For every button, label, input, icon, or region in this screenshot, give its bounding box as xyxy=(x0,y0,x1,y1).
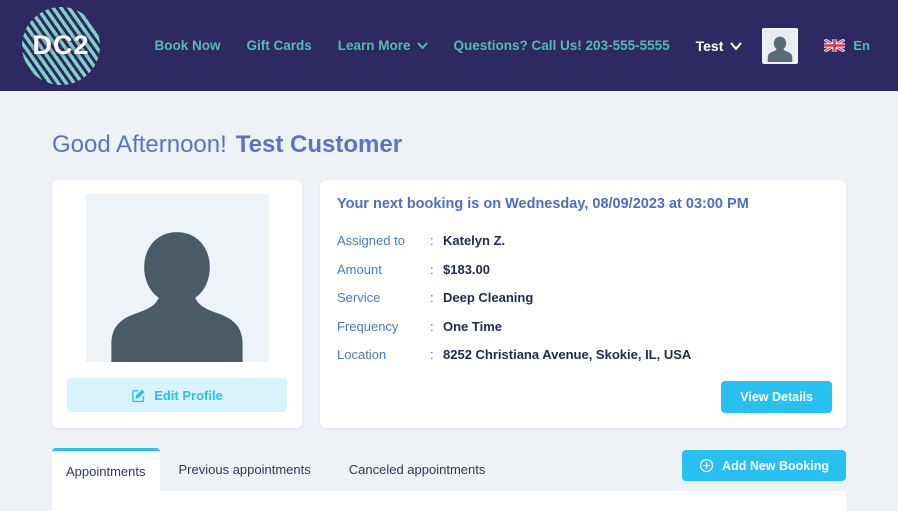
tab-canceled-appointments[interactable]: Canceled appointments xyxy=(330,448,505,491)
profile-photo xyxy=(85,194,269,362)
nav-link-gift-cards[interactable]: Gift Cards xyxy=(246,38,311,53)
next-booking-title: Your next booking is on Wednesday, 08/09… xyxy=(337,196,749,212)
chevron-down-icon xyxy=(730,38,742,54)
nav-link-book-now[interactable]: Book Now xyxy=(154,38,220,53)
navbar-menu: Book Now Gift Cards Learn More Questions… xyxy=(154,27,870,64)
next-booking-card: Your next booking is on Wednesday, 08/09… xyxy=(320,180,846,428)
plus-circle-icon xyxy=(699,458,714,473)
detail-row-service: Service : Deep Cleaning xyxy=(337,290,534,305)
appointments-tab-bar: Appointments Previous appointments Cance… xyxy=(52,448,846,491)
tab-appointments[interactable]: Appointments xyxy=(52,448,160,491)
phone-link[interactable]: Questions? Call Us! 203-555-5555 xyxy=(454,38,670,53)
add-new-booking-label: Add New Booking xyxy=(722,458,829,473)
dashboard-cards: Edit Profile Your next booking is on Wed… xyxy=(52,180,846,428)
tab-previous-appointments[interactable]: Previous appointments xyxy=(160,448,330,491)
language-label: En xyxy=(853,38,870,53)
tab-content-panel xyxy=(52,491,846,511)
profile-card: Edit Profile xyxy=(52,180,302,428)
detail-row-amount: Amount : $183.00 xyxy=(337,261,490,277)
chevron-down-icon xyxy=(417,38,428,53)
edit-profile-button[interactable]: Edit Profile xyxy=(67,378,287,412)
page-title: Good Afternoon! Test Customer xyxy=(52,131,846,159)
main-content: Good Afternoon! Test Customer Edit Profi… xyxy=(0,131,898,491)
user-menu-label: Test xyxy=(695,37,724,54)
company-logo[interactable]: DC2 xyxy=(22,6,100,85)
add-new-booking-button[interactable]: Add New Booking xyxy=(682,450,846,481)
edit-pencil-icon xyxy=(132,389,145,402)
nav-link-learn-more[interactable]: Learn More xyxy=(338,38,428,53)
detail-row-assigned-to: Assigned to : Katelyn Z. xyxy=(337,233,506,248)
edit-profile-label: Edit Profile xyxy=(154,387,223,403)
person-silhouette-icon xyxy=(768,36,793,62)
customer-name: Test Customer xyxy=(235,131,403,158)
detail-row-location: Location : 8252 Christiana Avenue, Skoki… xyxy=(337,347,692,362)
booking-details: Assigned to : Katelyn Z. Amount : $183.0… xyxy=(337,233,829,362)
detail-row-frequency: Frequency : One Time xyxy=(337,318,503,334)
language-switcher[interactable]: En xyxy=(824,38,870,53)
uk-flag-icon xyxy=(824,39,846,52)
person-silhouette-icon xyxy=(111,232,243,362)
user-menu[interactable]: Test xyxy=(696,38,743,54)
logo-text: DC2 xyxy=(32,30,90,60)
greeting-text: Good Afternoon! xyxy=(52,131,227,158)
view-details-button[interactable]: View Details xyxy=(721,381,832,413)
navbar: DC2 Book Now Gift Cards Learn More Quest… xyxy=(0,0,898,91)
user-avatar[interactable] xyxy=(762,27,799,64)
